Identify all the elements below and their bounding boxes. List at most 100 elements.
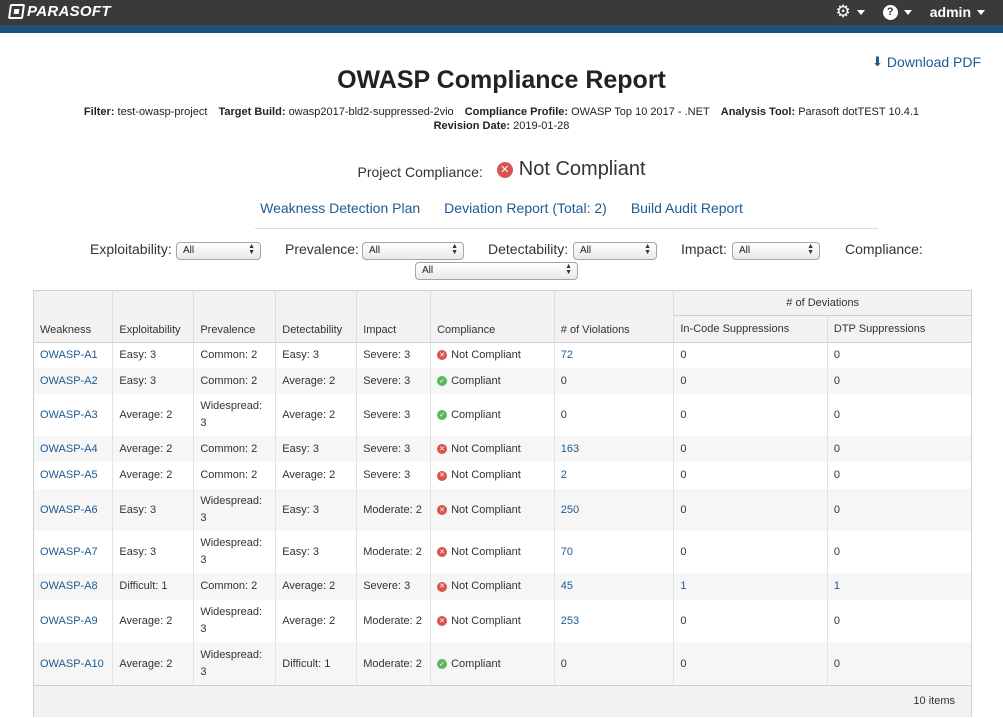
weakness-link[interactable]: OWASP-A4 <box>34 436 114 462</box>
table-row[interactable]: OWASP-A7 Easy: 3 Widespread: 3 Easy: 3 Moder… <box>34 531 971 573</box>
help-menu-button[interactable]: ? <box>882 4 912 20</box>
build-audit-report-link[interactable]: Build Audit Report <box>631 200 743 216</box>
impact-cell-text: Severe: 3 <box>363 374 411 387</box>
weakness-link-text[interactable]: OWASP-A4 <box>40 443 98 455</box>
user-menu-button[interactable]: admin <box>930 4 985 20</box>
weakness-link[interactable]: OWASP-A9 <box>34 600 114 642</box>
impact-cell-text: Moderate: 2 <box>363 503 422 516</box>
weakness-detection-plan-link[interactable]: Weakness Detection Plan <box>260 200 420 216</box>
weakness-link[interactable]: OWASP-A5 <box>34 462 114 489</box>
weakness-link-text[interactable]: OWASP-A3 <box>40 409 98 421</box>
violations-cell[interactable]: 70 <box>554 531 675 573</box>
impact-cell-text: Moderate: 2 <box>363 614 422 627</box>
dtp-suppressions-cell[interactable]: 1 <box>827 573 971 600</box>
in-code-suppressions-cell-text: 0 <box>680 408 687 421</box>
column-header-prevalence[interactable]: Prevalence <box>193 291 277 343</box>
prevalence-cell: Common: 2 <box>193 573 277 600</box>
column-header-compliance[interactable]: Compliance <box>430 291 555 343</box>
weakness-link-text[interactable]: OWASP-A7 <box>40 546 98 558</box>
detectability-select-value: All <box>580 245 592 256</box>
deviation-report-link[interactable]: Deviation Report (Total: 2) <box>444 200 607 216</box>
dtp-suppressions-cell-text[interactable]: 1 <box>834 580 840 592</box>
table-row[interactable]: OWASP-A4 Average: 2 Common: 2 Easy: 3 Severe… <box>34 436 971 462</box>
column-header-in-code-suppressions[interactable]: In-Code Suppressions <box>673 315 828 343</box>
column-header-detectability[interactable]: Detectability <box>275 291 358 343</box>
violations-cell-text[interactable]: 250 <box>561 504 579 516</box>
violations-cell[interactable]: 253 <box>554 600 675 642</box>
violations-cell[interactable]: 250 <box>554 489 675 531</box>
weakness-link[interactable]: OWASP-A8 <box>34 573 114 600</box>
compliance-cell-text: Not Compliant <box>451 614 521 627</box>
weakness-link[interactable]: OWASP-A3 <box>34 394 114 436</box>
in-code-suppressions-cell: 0 <box>673 600 828 642</box>
detectability-select[interactable]: All ▲ ▼ <box>573 242 657 260</box>
weakness-link-text[interactable]: OWASP-A8 <box>40 580 98 592</box>
project-compliance-label: Project Compliance: <box>357 163 483 180</box>
select-arrows-icon: ▲ ▼ <box>807 243 814 256</box>
in-code-suppressions-cell[interactable]: 1 <box>673 573 828 600</box>
violations-cell-text[interactable]: 72 <box>561 349 573 361</box>
weakness-link-text[interactable]: OWASP-A9 <box>40 615 98 627</box>
weakness-link[interactable]: OWASP-A6 <box>34 489 114 531</box>
column-header-exploitability[interactable]: Exploitability <box>112 291 195 343</box>
table-row[interactable]: OWASP-A3 Average: 2 Widespread: 3 Average: … <box>34 394 971 436</box>
violations-cell-text[interactable]: 2 <box>561 469 567 481</box>
weakness-link[interactable]: OWASP-A10 <box>34 642 114 686</box>
column-header-dtp-suppressions[interactable]: DTP Suppressions <box>827 315 971 343</box>
violations-cell[interactable]: 2 <box>554 462 675 489</box>
prevalence-select[interactable]: All ▲ ▼ <box>362 242 464 260</box>
weakness-link-text[interactable]: OWASP-A1 <box>40 349 98 361</box>
table-row[interactable]: OWASP-A6 Easy: 3 Widespread: 3 Easy: 3 Moder… <box>34 489 971 531</box>
violations-cell-text[interactable]: 45 <box>561 580 573 592</box>
table-row[interactable]: OWASP-A2 Easy: 3 Common: 2 Average: 2 Severe… <box>34 368 971 394</box>
weakness-link[interactable]: OWASP-A1 <box>34 342 114 368</box>
compliance-cell-text: Not Compliant <box>451 580 521 592</box>
check-circle-icon: ✓ <box>437 376 448 386</box>
compliance-select[interactable]: All ▲ ▼ <box>415 262 578 280</box>
impact-select[interactable]: All ▲ ▼ <box>732 242 820 260</box>
compliance-cell-text: Not Compliant <box>451 469 521 481</box>
prevalence-cell: Widespread: 3 <box>193 642 277 686</box>
violations-cell[interactable]: 72 <box>554 342 675 368</box>
table-row[interactable]: OWASP-A9 Average: 2 Widespread: 3 Average: … <box>34 600 971 642</box>
violations-cell[interactable]: 45 <box>554 573 675 600</box>
weakness-link-text[interactable]: OWASP-A2 <box>40 375 98 387</box>
detectability-cell-text: Easy: 3 <box>282 442 319 455</box>
dtp-suppressions-cell-text: 0 <box>833 614 840 627</box>
impact-filter-label: Impact: <box>681 241 727 257</box>
compliance-cell-text: Not Compliant <box>451 545 521 558</box>
compliance-cell: ✕ Not Compliant <box>430 489 555 531</box>
compliance-cell-text: Compliant <box>451 657 501 670</box>
detectability-cell: Average: 2 <box>275 573 358 600</box>
table-row[interactable]: OWASP-A10 Average: 2 Widespread: 3 Difficul… <box>34 642 971 686</box>
column-header-impact[interactable]: Impact <box>356 291 432 343</box>
parasoft-logo[interactable]: PARASOFT <box>7 3 111 20</box>
violations-cell-text[interactable]: 253 <box>561 615 579 627</box>
impact-cell: Severe: 3 <box>356 394 432 436</box>
impact-cell-text: Severe: 3 <box>363 408 411 421</box>
table-row[interactable]: OWASP-A5 Average: 2 Common: 2 Average: 2 Sev… <box>34 462 971 489</box>
weakness-link-text[interactable]: OWASP-A5 <box>40 469 98 481</box>
exploitability-cell: Easy: 3 <box>112 368 195 394</box>
weakness-link-text[interactable]: OWASP-A6 <box>40 504 98 516</box>
select-arrows-icon: ▲ ▼ <box>644 243 651 256</box>
column-header-violations[interactable]: # of Violations <box>554 291 675 343</box>
weakness-link[interactable]: OWASP-A2 <box>34 368 114 394</box>
prevalence-cell-text: Common: 2 <box>200 374 258 387</box>
compliance-status: ✓ Compliant <box>437 407 548 424</box>
compliance-cell: ✕ Not Compliant <box>430 531 555 573</box>
weakness-link[interactable]: OWASP-A7 <box>34 531 114 573</box>
exploitability-select[interactable]: All ▲ ▼ <box>176 242 261 260</box>
in-code-suppressions-cell-text[interactable]: 1 <box>680 580 686 592</box>
column-header-weakness[interactable]: Weakness <box>34 291 114 343</box>
violations-cell[interactable]: 163 <box>554 436 675 462</box>
settings-menu-button[interactable]: ⚙ <box>836 2 865 22</box>
violations-cell-text[interactable]: 163 <box>561 443 579 455</box>
violations-cell-text[interactable]: 70 <box>561 546 573 558</box>
dtp-suppressions-cell: 0 <box>827 342 971 368</box>
compliance-cell: ✕ Not Compliant <box>430 436 555 462</box>
table-row[interactable]: OWASP-A1 Easy: 3 Common: 2 Easy: 3 Severe: 3… <box>34 342 971 368</box>
prevalence-filter-label: Prevalence: <box>285 241 359 257</box>
weakness-link-text[interactable]: OWASP-A10 <box>40 658 104 670</box>
table-row[interactable]: OWASP-A8 Difficult: 1 Common: 2 Average: 2 S… <box>34 573 971 600</box>
